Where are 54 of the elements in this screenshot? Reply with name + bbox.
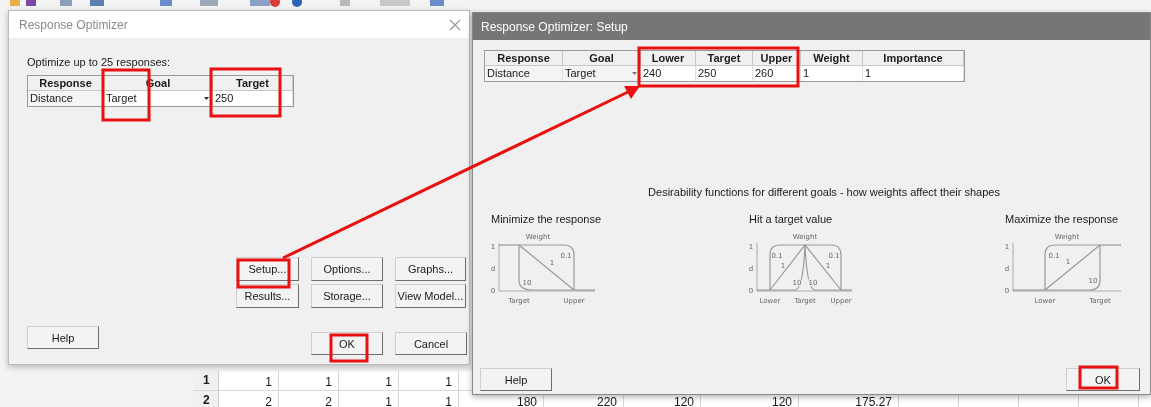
table-cell: 1 — [385, 395, 392, 407]
table-cell: 1 — [385, 375, 392, 389]
column-header: Weight — [801, 51, 863, 66]
column-header: Upper — [753, 51, 801, 66]
input-field[interactable]: 250 — [696, 66, 753, 81]
help-button[interactable]: Help — [27, 326, 99, 349]
column-header: Target — [696, 51, 753, 66]
table-cell: 120 — [673, 395, 694, 407]
table-cell: 1 — [265, 375, 272, 389]
column-header: Target — [213, 76, 293, 91]
dropdown-arrow-icon — [204, 96, 209, 101]
diagram-title: Hit a target value — [749, 213, 834, 225]
input-field[interactable]: 1 — [863, 66, 964, 81]
table-cell: 1 — [445, 395, 452, 407]
help-button[interactable]: Help — [480, 368, 552, 391]
table-cell: Distance — [485, 66, 563, 81]
table-cell: 180 — [516, 395, 537, 407]
table-cell: 1 — [325, 375, 332, 389]
column-header: Response — [28, 76, 104, 91]
close-icon[interactable] — [449, 18, 461, 31]
column-header: Importance — [863, 51, 964, 66]
highlight-box — [236, 258, 291, 289]
column-header: Goal — [563, 51, 641, 66]
instruction-text: Optimize up to 25 responses: — [27, 56, 172, 68]
row-number: 1 — [193, 371, 219, 390]
diagram-title: Minimize the response — [491, 213, 603, 225]
input-field[interactable]: 1 — [801, 66, 863, 81]
dialog-button[interactable]: View Model... — [395, 284, 466, 308]
diagram-caption: Desirability functions for different goals - how weights affect their shapes — [647, 186, 1001, 198]
column-header: Response — [485, 51, 563, 66]
input-field[interactable]: 240 — [641, 66, 696, 81]
dropdown-arrow-icon — [632, 71, 637, 76]
table-cell: 1 — [445, 375, 452, 389]
table-cell: 2 — [265, 395, 272, 407]
table-cell: 220 — [596, 395, 617, 407]
table-cell: 175.27 — [855, 395, 892, 407]
window-title: Response Optimizer — [19, 17, 128, 32]
dialog-button[interactable]: Graphs... — [395, 257, 466, 281]
row-number: 2 — [193, 391, 219, 407]
table-cell: Distance — [28, 91, 104, 106]
diagram-title: Maximize the response — [1005, 213, 1120, 225]
goal-dropdown[interactable]: Target — [563, 66, 641, 81]
dialog-button[interactable]: Storage... — [311, 284, 383, 308]
cancel-button[interactable]: Cancel — [395, 332, 467, 355]
highlight-box — [329, 333, 369, 363]
dialog-button[interactable]: Options... — [311, 257, 383, 281]
column-header: Lower — [641, 51, 696, 66]
target-field[interactable]: 250 — [213, 91, 293, 106]
input-field[interactable]: 260 — [753, 66, 801, 81]
goal-dropdown[interactable]: Target — [104, 91, 213, 106]
window-title: Response Optimizer: Setup — [481, 19, 628, 34]
highlight-box — [1078, 365, 1119, 390]
table-cell: 2 — [325, 395, 332, 407]
table-cell: 120 — [771, 395, 792, 407]
